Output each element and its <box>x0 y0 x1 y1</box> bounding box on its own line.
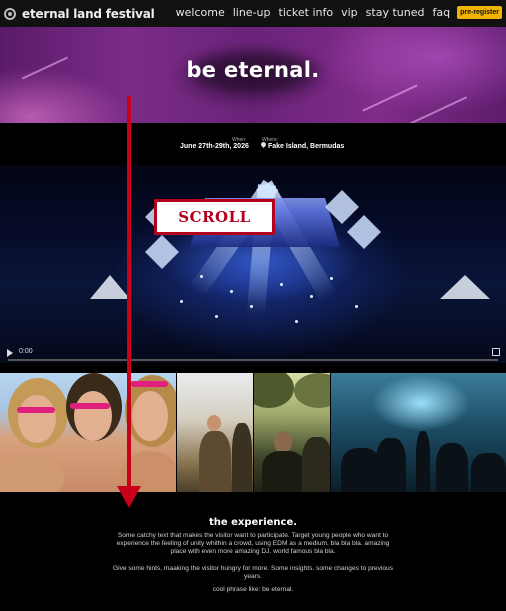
photo-tree <box>294 373 330 408</box>
photo-concert-crowd <box>331 373 506 492</box>
video-controls: 0:00 <box>0 343 506 363</box>
crowd-light <box>215 315 218 318</box>
video-time: 0:00 <box>19 348 33 355</box>
video-progress-bar[interactable] <box>8 359 498 361</box>
tent-graphic <box>90 275 130 299</box>
crowd-light <box>310 295 313 298</box>
photo-silhouette <box>376 438 406 492</box>
photo-tree <box>254 373 294 408</box>
stage-diamond-decoration <box>347 215 381 249</box>
hero-banner: be eternal. <box>0 27 506 123</box>
crowd-light <box>355 305 358 308</box>
where-value: Fake Island, Bermudas <box>268 143 345 150</box>
tent-graphic <box>440 275 490 299</box>
experience-paragraph: cool phrase like: be eternal. <box>212 586 294 593</box>
scroll-arrow-head <box>117 486 141 508</box>
scroll-arrow-line <box>127 96 131 492</box>
photo-silhouette <box>471 453 506 492</box>
nav-links: welcome line-up ticket info vip stay tun… <box>168 6 502 19</box>
photo-silhouette <box>341 448 381 492</box>
experience-section: the experience. Some catchy text that ma… <box>0 492 506 611</box>
photo-face <box>18 395 56 443</box>
when-value: June 27th-29th, 2026 <box>180 143 249 150</box>
photo-sunglasses <box>17 407 55 413</box>
photo-person <box>302 437 330 492</box>
crowd-light <box>250 305 253 308</box>
photo-person <box>199 431 231 492</box>
experience-paragraph: Give some hints, maaking the visitor hun… <box>113 565 393 580</box>
experience-title: the experience. <box>208 517 298 528</box>
nav-link-stay-tuned[interactable]: stay tuned <box>366 6 425 19</box>
hero-light-streak <box>362 84 418 112</box>
scroll-annotation: SCROLL <box>154 199 275 235</box>
photo-face <box>74 391 112 441</box>
brand-name[interactable]: eternal land festival <box>22 7 155 21</box>
photo-sunglasses <box>70 403 110 409</box>
photo-face <box>274 431 292 453</box>
photo-face <box>207 415 221 431</box>
hero-title: be eternal. <box>186 58 320 82</box>
fullscreen-icon[interactable] <box>492 348 500 356</box>
crowd-light <box>230 290 233 293</box>
photo-silhouette <box>436 443 468 492</box>
photo-festival-crowd <box>254 373 330 492</box>
crowd-light <box>330 277 333 280</box>
scroll-annotation-label: SCROLL <box>178 208 251 226</box>
photo-shoulder <box>0 453 64 492</box>
nav-link-line-up[interactable]: line-up <box>233 6 271 19</box>
photo-person <box>262 451 306 492</box>
nav-link-ticket-info[interactable]: ticket info <box>279 6 334 19</box>
stage-diamond-decoration <box>145 235 179 269</box>
festival-video[interactable]: 0:00 <box>0 165 506 363</box>
photo-face <box>132 391 168 441</box>
photo-festival-dancer <box>177 373 253 492</box>
photo-person <box>232 423 252 492</box>
crowd-light <box>295 320 298 323</box>
crowd-light <box>180 300 183 303</box>
experience-paragraph: Some catchy text that makes the visitor … <box>116 532 390 555</box>
hero-light-streak <box>402 96 468 123</box>
nav-link-welcome[interactable]: welcome <box>176 6 225 19</box>
nav-link-vip[interactable]: vip <box>341 6 358 19</box>
nav-link-faq[interactable]: faq <box>432 6 450 19</box>
top-navbar: eternal land festival welcome line-up ti… <box>0 0 506 27</box>
festival-logo-icon[interactable] <box>4 8 16 20</box>
photo-sunglasses <box>130 381 168 387</box>
crowd-light <box>200 275 203 278</box>
event-info-bar: When: June 27th-29th, 2026 Where: Fake I… <box>0 123 506 165</box>
pre-register-button[interactable]: pre-register <box>457 6 502 19</box>
play-icon[interactable] <box>7 349 13 357</box>
photo-friends-laughing <box>0 373 176 492</box>
crowd-light <box>280 283 283 286</box>
photo-silhouette <box>416 431 430 492</box>
